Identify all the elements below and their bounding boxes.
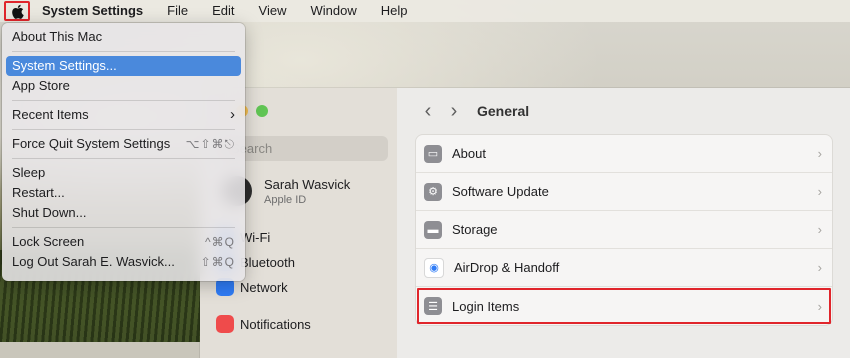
profile-subtitle: Apple ID bbox=[264, 193, 307, 206]
chevron-right-icon: › bbox=[817, 298, 822, 314]
main-pane: ‹ › General ▭ About › ⚙ Software Update … bbox=[397, 88, 850, 358]
row-label: Storage bbox=[452, 222, 498, 237]
menu-item-app-store[interactable]: App Store bbox=[6, 76, 241, 96]
row-label: AirDrop & Handoff bbox=[454, 260, 560, 275]
menu-item-sleep[interactable]: Sleep bbox=[6, 163, 241, 183]
row-label: Software Update bbox=[452, 184, 549, 199]
menu-item-label: App Store bbox=[12, 78, 70, 93]
menu-item-force-quit[interactable]: Force Quit System Settings ⌥⇧⌘⎋ bbox=[6, 134, 241, 154]
row-label: About bbox=[452, 146, 486, 161]
back-button[interactable]: ‹ bbox=[415, 101, 441, 121]
sidebar-item-notifications[interactable]: Notifications bbox=[216, 315, 311, 333]
keyboard-shortcut: ⌥⇧⌘⎋ bbox=[185, 137, 235, 151]
gear-badge-icon: ⚙ bbox=[424, 182, 442, 201]
menu-item-label: Log Out Sarah E. Wasvick... bbox=[12, 254, 175, 269]
menu-item-recent-items[interactable]: Recent Items › bbox=[6, 105, 241, 125]
apple-logo-icon bbox=[11, 4, 24, 19]
menu-item-system-settings[interactable]: System Settings... bbox=[6, 56, 241, 76]
airdrop-icon: ◉ bbox=[424, 257, 444, 278]
system-settings-window: Search Sarah Wasvick Apple ID Wi-Fi Blue… bbox=[200, 88, 850, 358]
menu-separator bbox=[12, 227, 235, 228]
menu-item-label: Restart... bbox=[12, 185, 65, 200]
menu-separator bbox=[12, 129, 235, 130]
row-software-update[interactable]: ⚙ Software Update › bbox=[416, 173, 832, 211]
general-settings-list: ▭ About › ⚙ Software Update › ▬ Storage … bbox=[415, 134, 833, 326]
sidebar-item-label: Bluetooth bbox=[240, 254, 295, 270]
zoom-button[interactable] bbox=[256, 105, 268, 117]
chevron-right-icon: › bbox=[817, 260, 822, 275]
list-icon: ☰ bbox=[424, 297, 442, 315]
row-storage[interactable]: ▬ Storage › bbox=[416, 211, 832, 249]
toolbar: ‹ › General bbox=[415, 100, 529, 122]
menu-separator bbox=[12, 158, 235, 159]
page-title: General bbox=[477, 103, 530, 119]
menu-app-name[interactable]: System Settings bbox=[38, 0, 155, 22]
menu-item-label: Force Quit System Settings bbox=[12, 136, 171, 151]
menu-item-label: Shut Down... bbox=[12, 205, 87, 220]
apple-menu-button[interactable] bbox=[4, 1, 30, 21]
menu-item-label: Sleep bbox=[12, 165, 46, 180]
row-label: Login Items bbox=[452, 298, 520, 314]
menu-item-label: Lock Screen bbox=[12, 234, 85, 249]
menu-separator bbox=[12, 51, 235, 52]
menu-item-lock-screen[interactable]: Lock Screen ^⌘Q bbox=[6, 232, 241, 252]
profile-name: Sarah Wasvick bbox=[264, 176, 351, 192]
menu-file[interactable]: File bbox=[155, 0, 200, 22]
menu-view[interactable]: View bbox=[247, 0, 299, 22]
menu-item-label: Recent Items bbox=[12, 107, 89, 122]
chevron-right-icon: › bbox=[817, 222, 822, 237]
bell-icon bbox=[216, 315, 234, 333]
menu-item-log-out[interactable]: Log Out Sarah E. Wasvick... ⇧⌘Q bbox=[6, 252, 241, 272]
menu-item-label: System Settings... bbox=[12, 58, 117, 73]
chevron-right-icon: › bbox=[230, 106, 235, 123]
menu-item-label: About This Mac bbox=[12, 29, 103, 44]
menu-separator bbox=[12, 100, 235, 101]
row-login-items[interactable]: ☰ Login Items › bbox=[416, 287, 832, 325]
menu-window[interactable]: Window bbox=[298, 0, 368, 22]
menu-help[interactable]: Help bbox=[369, 0, 420, 22]
apple-menu-dropdown: About This Mac System Settings... App St… bbox=[2, 23, 245, 281]
menu-item-restart[interactable]: Restart... bbox=[6, 183, 241, 203]
keyboard-shortcut: ^⌘Q bbox=[205, 235, 235, 249]
keyboard-shortcut: ⇧⌘Q bbox=[200, 255, 235, 269]
menu-edit[interactable]: Edit bbox=[200, 0, 246, 22]
drive-icon: ▬ bbox=[424, 220, 442, 239]
menu-item-about-this-mac[interactable]: About This Mac bbox=[6, 27, 241, 47]
row-airdrop-handoff[interactable]: ◉ AirDrop & Handoff › bbox=[416, 249, 832, 287]
menu-item-shut-down[interactable]: Shut Down... bbox=[6, 203, 241, 223]
sidebar-item-label: Network bbox=[240, 279, 288, 295]
sidebar-item-label: Notifications bbox=[240, 316, 311, 332]
chevron-right-icon: › bbox=[817, 146, 822, 161]
forward-button[interactable]: › bbox=[441, 101, 467, 121]
info-laptop-icon: ▭ bbox=[424, 144, 442, 163]
chevron-right-icon: › bbox=[817, 184, 822, 199]
row-about[interactable]: ▭ About › bbox=[416, 135, 832, 173]
menu-bar: System Settings File Edit View Window He… bbox=[0, 0, 850, 22]
